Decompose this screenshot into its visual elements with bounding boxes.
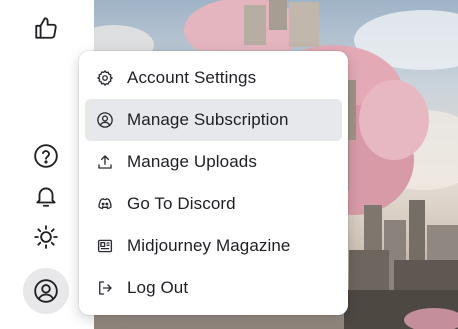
menu-item-midjourney-magazine[interactable]: Midjourney Magazine [85, 225, 342, 267]
user-avatar-icon [34, 279, 58, 303]
menu-item-label: Go To Discord [127, 194, 236, 213]
thumbs-up-icon[interactable] [26, 8, 66, 48]
menu-item-label: Account Settings [127, 68, 257, 87]
logout-icon [95, 278, 115, 298]
menu-item-account-settings[interactable]: Account Settings [85, 57, 342, 99]
menu-item-label: Log Out [127, 278, 189, 297]
magazine-icon [95, 236, 115, 256]
bell-icon[interactable] [26, 176, 66, 216]
menu-item-manage-subscription[interactable]: Manage Subscription [85, 99, 342, 141]
menu-item-label: Midjourney Magazine [127, 236, 291, 255]
menu-item-label: Manage Uploads [127, 152, 257, 171]
upload-icon [95, 152, 115, 172]
menu-item-label: Manage Subscription [127, 110, 289, 129]
menu-item-manage-uploads[interactable]: Manage Uploads [85, 141, 342, 183]
user-circle-icon [95, 110, 115, 130]
help-icon[interactable] [26, 136, 66, 176]
account-menu: Account Settings Manage Subscription Man… [79, 51, 348, 315]
sun-icon[interactable] [26, 217, 66, 257]
discord-icon [95, 194, 115, 214]
menu-item-go-to-discord[interactable]: Go To Discord [85, 183, 342, 225]
menu-item-log-out[interactable]: Log Out [85, 267, 342, 309]
user-avatar-button[interactable] [23, 268, 69, 314]
gear-icon [95, 68, 115, 88]
